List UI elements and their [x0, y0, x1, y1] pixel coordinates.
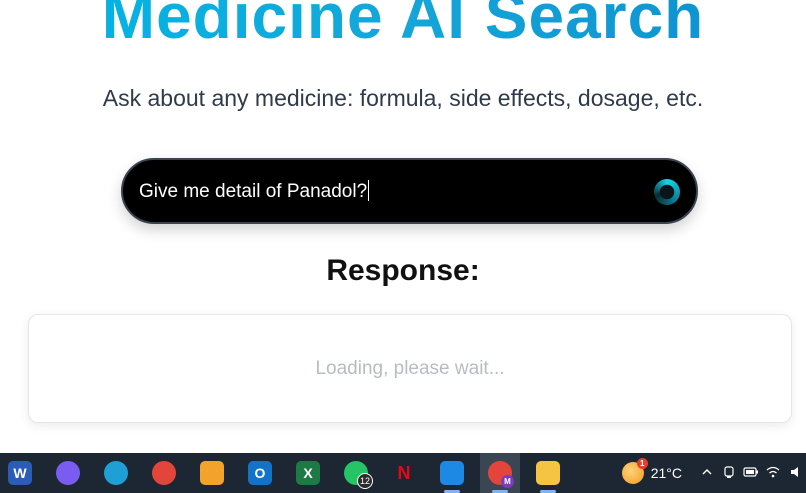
loading-spinner-icon [654, 179, 680, 205]
profile-badge: M [501, 475, 514, 488]
taskbar-chrome-button[interactable] [144, 453, 184, 493]
chevron-up-icon[interactable] [696, 466, 718, 481]
weather-icon: 1 [621, 458, 648, 484]
taskbar-file-explorer-button[interactable] [528, 453, 568, 493]
weather-badge: 1 [636, 458, 648, 469]
app-title: Medicine AI Search [0, 0, 806, 54]
search-bar[interactable]: Give me detail of Panadol? [121, 158, 698, 224]
wifi-icon[interactable] [762, 465, 784, 482]
response-panel: Loading, please wait... [28, 314, 792, 423]
text-caret [368, 180, 370, 201]
weather-widget[interactable]: 1 21°C [621, 458, 682, 484]
response-heading: Response: [326, 254, 480, 287]
taskbar-word-button[interactable]: W [0, 453, 40, 493]
notification-badge: 12 [356, 473, 373, 489]
taskbar-microsoft-store-button[interactable] [192, 453, 232, 493]
chrome-icon [152, 461, 176, 485]
search-input-value: Give me detail of Panadol? [139, 181, 368, 202]
battery-icon[interactable] [740, 466, 762, 481]
outlook-icon: O [248, 461, 272, 485]
vscode-icon [440, 461, 464, 485]
microsoft-store-icon [200, 461, 224, 485]
page: Medicine AI Search Ask about any medicin… [0, 0, 806, 453]
taskbar-chrome-profile-button[interactable]: M [480, 453, 520, 493]
loading-message: Loading, please wait... [315, 358, 505, 379]
system-tray: 1 21°C [621, 453, 806, 493]
taskbar-edge-button[interactable] [96, 453, 136, 493]
search-input[interactable]: Give me detail of Panadol? [139, 177, 639, 207]
file-explorer-icon [536, 461, 560, 485]
taskbar-outlook-button[interactable]: O [240, 453, 280, 493]
taskbar-vscode-button[interactable] [432, 453, 472, 493]
temperature: 21°C [650, 465, 682, 481]
excel-icon: X [296, 461, 320, 485]
copilot-icon [56, 461, 80, 485]
taskbar: W O X 12 N M 1 21°C [0, 453, 806, 493]
taskbar-netflix-button[interactable]: N [384, 453, 424, 493]
edge-icon [104, 461, 128, 485]
netflix-icon: N [392, 461, 416, 485]
app-subtitle: Ask about any medicine: formula, side ef… [102, 85, 704, 111]
taskbar-apps: W O X 12 N M [0, 453, 568, 493]
taskbar-copilot-button[interactable] [48, 453, 88, 493]
volume-icon[interactable] [784, 465, 806, 482]
word-icon: W [8, 461, 32, 485]
taskbar-excel-button[interactable]: X [288, 453, 328, 493]
taskbar-whatsapp-button[interactable]: 12 [336, 453, 376, 493]
meet-now-icon[interactable] [718, 465, 740, 482]
